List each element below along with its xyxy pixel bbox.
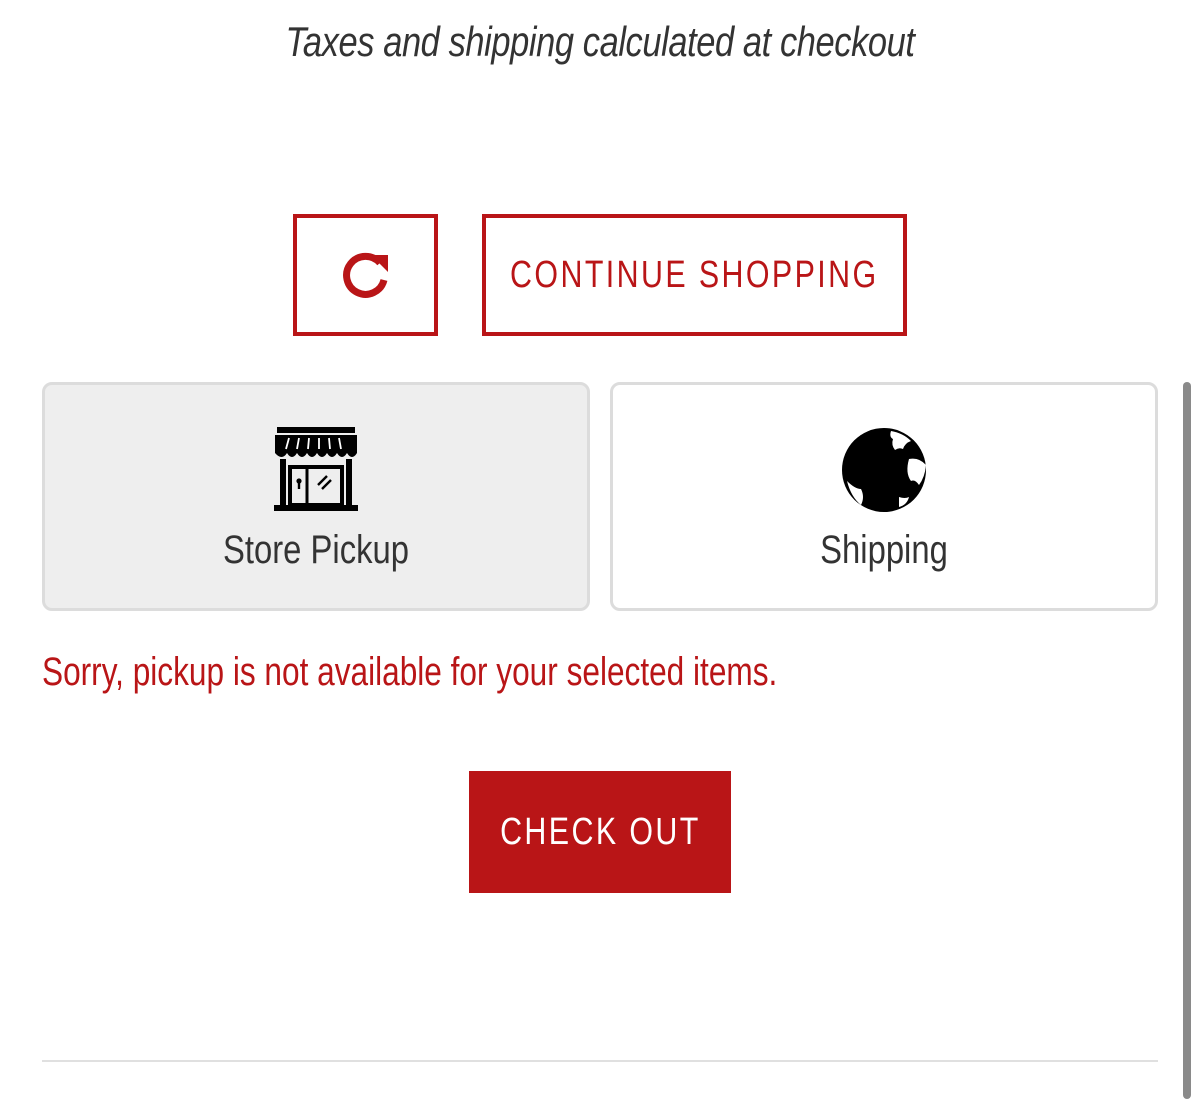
storefront-icon (274, 427, 358, 511)
shipping-label: Shipping (820, 528, 948, 572)
globe-icon (842, 428, 926, 512)
scrollbar-thumb[interactable] (1183, 382, 1191, 1099)
refresh-icon (342, 252, 388, 298)
store-pickup-label: Store Pickup (223, 528, 409, 572)
pickup-error-message: Sorry, pickup is not available for your … (42, 650, 778, 694)
checkout-label: CHECK OUT (499, 810, 701, 853)
shipping-option[interactable]: Shipping (610, 382, 1158, 611)
cart-page: Taxes and shipping calculated at checkou… (0, 0, 1200, 1099)
tax-note: Taxes and shipping calculated at checkou… (285, 18, 915, 65)
continue-shopping-button[interactable]: CONTINUE SHOPPING (482, 214, 907, 336)
divider (42, 1060, 1158, 1062)
checkout-button[interactable]: CHECK OUT (469, 771, 731, 893)
store-pickup-option[interactable]: Store Pickup (42, 382, 590, 611)
continue-shopping-label: CONTINUE SHOPPING (510, 253, 879, 296)
refresh-button[interactable] (293, 214, 438, 336)
